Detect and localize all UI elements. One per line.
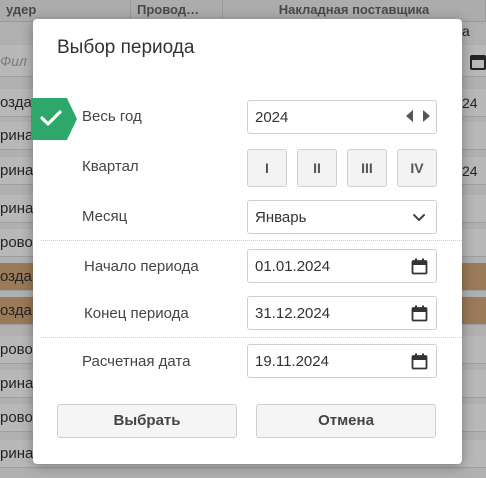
quarter-button-3[interactable]: III — [347, 149, 387, 187]
dialog-title: Выбор периода — [57, 37, 195, 58]
quarter-button-1[interactable]: I — [247, 149, 287, 187]
year-value: 2024 — [255, 109, 289, 126]
whole-year-check-badge[interactable] — [31, 98, 77, 140]
quarter-button-4[interactable]: IV — [397, 149, 437, 187]
period-end-value: 31.12.2024 — [255, 305, 331, 322]
calendar-icon[interactable] — [411, 353, 428, 370]
quarter-label: Квартал — [82, 158, 139, 175]
calc-date-field[interactable]: 19.11.2024 — [247, 344, 437, 378]
year-field[interactable]: 2024 — [247, 100, 437, 134]
calc-date-value: 19.11.2024 — [255, 353, 329, 370]
month-value: Январь — [255, 209, 307, 226]
month-label: Месяц — [82, 208, 128, 225]
calendar-icon[interactable] — [411, 305, 428, 322]
period-selection-dialog: Выбор периода Весь год 2024 Квартал I II… — [31, 19, 462, 464]
select-button[interactable]: Выбрать — [57, 404, 237, 438]
section-divider — [41, 240, 462, 241]
chevron-down-icon — [413, 214, 425, 221]
month-select[interactable]: Январь — [247, 200, 437, 234]
period-start-value: 01.01.2024 — [255, 258, 331, 275]
calc-date-label: Расчетная дата — [82, 353, 191, 370]
next-year-icon[interactable] — [423, 110, 430, 122]
whole-year-label[interactable]: Весь год — [82, 108, 142, 125]
section-divider — [41, 337, 462, 338]
cancel-button[interactable]: Отмена — [256, 404, 436, 438]
check-icon — [40, 110, 62, 126]
quarter-button-2[interactable]: II — [297, 149, 337, 187]
period-end-label: Конец периода — [84, 305, 189, 322]
period-end-field[interactable]: 31.12.2024 — [247, 296, 437, 330]
calendar-icon[interactable] — [411, 258, 428, 275]
period-start-label: Начало периода — [84, 258, 199, 275]
period-start-field[interactable]: 01.01.2024 — [247, 249, 437, 283]
prev-year-icon[interactable] — [406, 110, 413, 122]
